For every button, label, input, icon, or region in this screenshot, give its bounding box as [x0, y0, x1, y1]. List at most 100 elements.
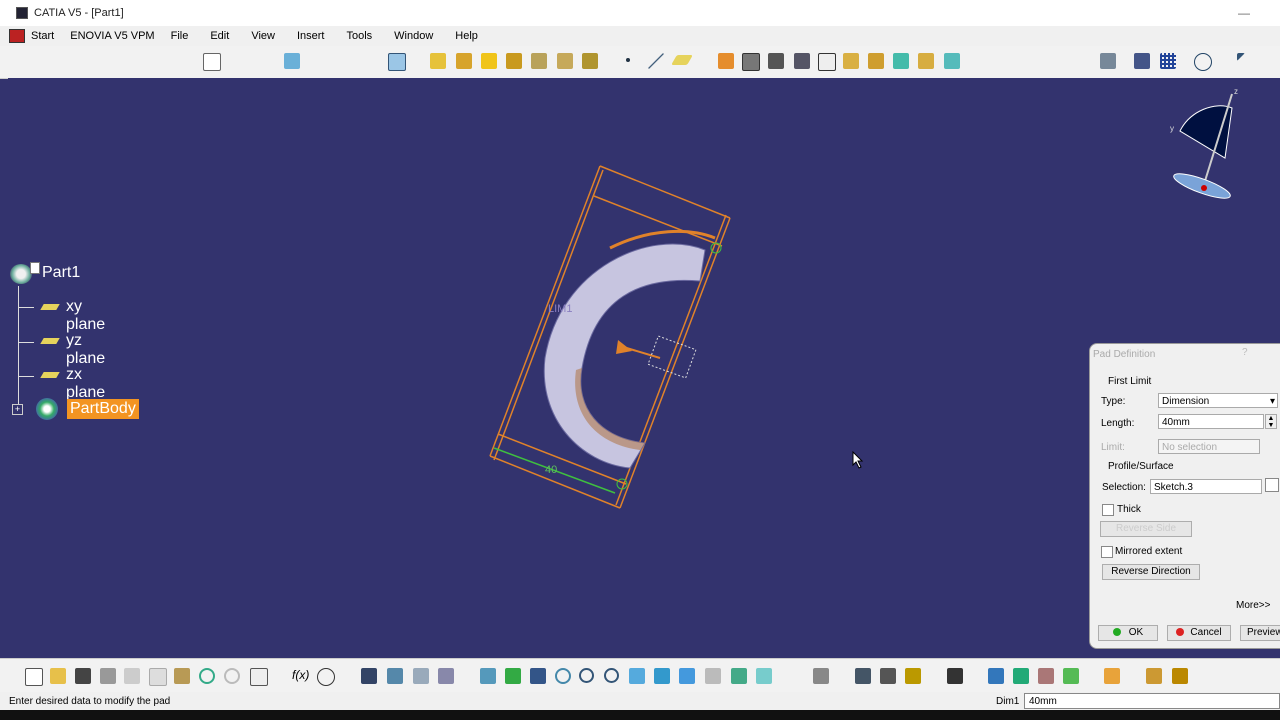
- select-arrow-icon[interactable]: [1237, 53, 1245, 61]
- tree-item-yz-plane[interactable]: yz plane: [66, 332, 105, 368]
- thickness-icon[interactable]: [918, 53, 934, 69]
- part-gear-icon[interactable]: [10, 264, 32, 284]
- help-button[interactable]: ?: [1242, 347, 1248, 358]
- swap-space-icon[interactable]: [756, 668, 772, 684]
- pad-icon[interactable]: [430, 53, 446, 69]
- tools-palette-icon[interactable]: [813, 668, 829, 684]
- pocket-icon[interactable]: [456, 53, 472, 69]
- intersect-icon[interactable]: [1063, 668, 1079, 684]
- tree-item-partbody[interactable]: PartBody: [67, 399, 139, 419]
- remove-face-icon[interactable]: [944, 53, 960, 69]
- pan-icon[interactable]: [530, 668, 546, 684]
- shading-icon[interactable]: [705, 668, 721, 684]
- cut-icon[interactable]: [124, 668, 140, 684]
- sketch-tools-icon[interactable]: [1146, 668, 1162, 684]
- update-icon[interactable]: [1104, 668, 1120, 684]
- redo-icon[interactable]: [224, 668, 240, 684]
- zoom-out-icon[interactable]: [604, 668, 619, 683]
- new-file-icon[interactable]: [25, 668, 43, 686]
- zoom-in-icon[interactable]: [579, 668, 594, 683]
- mirrored-extent-checkbox[interactable]: [1101, 546, 1113, 558]
- boolean-icon[interactable]: [1013, 668, 1029, 684]
- shaft-icon[interactable]: [481, 53, 497, 69]
- length-spinner-icon[interactable]: ▲ ▼: [1265, 414, 1277, 429]
- knowledge-icon[interactable]: [438, 668, 454, 684]
- menu-tools[interactable]: Tools: [332, 30, 380, 42]
- reverse-direction-button[interactable]: Reverse Direction: [1102, 564, 1200, 580]
- plane-icon[interactable]: [671, 55, 693, 65]
- undo-icon[interactable]: [199, 668, 215, 684]
- chamfer-icon[interactable]: [742, 53, 760, 71]
- mirror-icon[interactable]: [843, 53, 859, 69]
- selection-field[interactable]: Sketch.3: [1150, 479, 1262, 494]
- calculator-icon[interactable]: [361, 668, 377, 684]
- minimize-button[interactable]: —: [1238, 6, 1250, 20]
- analysis-icon[interactable]: [1100, 53, 1116, 69]
- print-icon[interactable]: [100, 668, 116, 684]
- measure-item-icon[interactable]: [880, 668, 896, 684]
- tree-item-xy-plane[interactable]: xy plane: [66, 298, 105, 334]
- groove-icon[interactable]: [506, 53, 522, 69]
- sketcher-icon[interactable]: [203, 53, 221, 71]
- menu-window[interactable]: Window: [380, 30, 441, 42]
- menu-view[interactable]: View: [237, 30, 283, 42]
- table-icon[interactable]: [388, 53, 406, 71]
- plane-stack-icon[interactable]: [284, 53, 300, 69]
- rotate-icon[interactable]: [555, 668, 571, 684]
- apply-material-icon[interactable]: [1172, 668, 1188, 684]
- assemble-icon[interactable]: [1038, 668, 1054, 684]
- snap-icon[interactable]: [1194, 53, 1212, 71]
- hide-show-icon[interactable]: [731, 668, 747, 684]
- bulb-icon[interactable]: [413, 668, 429, 684]
- menu-edit[interactable]: Edit: [196, 30, 237, 42]
- thread-icon[interactable]: [818, 53, 836, 71]
- whats-this-icon[interactable]: [250, 668, 268, 686]
- menu-file[interactable]: File: [163, 30, 197, 42]
- inertia-icon[interactable]: [905, 668, 921, 684]
- copy-icon[interactable]: [149, 668, 167, 686]
- menu-help[interactable]: Help: [441, 30, 486, 42]
- menu-start[interactable]: Start: [31, 30, 62, 42]
- iso-view-icon[interactable]: [679, 668, 695, 684]
- cancel-button[interactable]: Cancel: [1167, 625, 1231, 641]
- pattern-icon[interactable]: [868, 53, 884, 69]
- measure-between-icon[interactable]: [855, 668, 871, 684]
- multi-view-icon[interactable]: [654, 668, 670, 684]
- preview-button[interactable]: Preview: [1240, 625, 1280, 641]
- slot-icon[interactable]: [582, 53, 598, 69]
- rib-icon[interactable]: [557, 53, 573, 69]
- menu-enovia[interactable]: ENOVIA V5 VPM: [62, 30, 162, 42]
- length-input[interactable]: 40mm: [1158, 414, 1264, 429]
- scale-icon[interactable]: [893, 53, 909, 69]
- comment-icon[interactable]: [317, 668, 335, 686]
- start-logo-icon[interactable]: [9, 29, 25, 43]
- more-button[interactable]: More>>: [1236, 599, 1280, 615]
- hole-icon[interactable]: [531, 53, 547, 69]
- tree-root-part1[interactable]: Part1: [42, 264, 80, 282]
- expand-plus-icon[interactable]: +: [12, 404, 23, 415]
- catalog-icon[interactable]: [387, 668, 403, 684]
- normal-view-icon[interactable]: [629, 668, 645, 684]
- menu-insert[interactable]: Insert: [283, 30, 333, 42]
- reverse-side-button[interactable]: Reverse Side: [1100, 521, 1192, 537]
- thick-checkbox[interactable]: [1102, 504, 1114, 516]
- grid-icon[interactable]: [1160, 53, 1176, 69]
- render-icon[interactable]: [947, 668, 963, 684]
- open-folder-icon[interactable]: [50, 668, 66, 684]
- edit-sketch-icon[interactable]: [1265, 478, 1279, 492]
- save-icon[interactable]: [75, 668, 91, 684]
- line-icon[interactable]: [648, 53, 664, 69]
- tree-item-zx-plane[interactable]: zx plane: [66, 366, 105, 402]
- shell-icon[interactable]: [794, 53, 810, 69]
- model-canvas[interactable]: 40 LIM1: [0, 78, 1280, 658]
- fillet-icon[interactable]: [718, 53, 734, 69]
- paste-icon[interactable]: [174, 668, 190, 684]
- constraint-icon[interactable]: [988, 668, 1004, 684]
- fly-mode-icon[interactable]: [480, 668, 496, 684]
- draft-icon[interactable]: [768, 53, 784, 69]
- point-icon[interactable]: [626, 58, 630, 62]
- compass-icon[interactable]: y z: [1160, 86, 1250, 206]
- fit-all-icon[interactable]: [505, 668, 521, 684]
- dim-input[interactable]: 40mm: [1024, 693, 1280, 709]
- ok-button[interactable]: OK: [1098, 625, 1158, 641]
